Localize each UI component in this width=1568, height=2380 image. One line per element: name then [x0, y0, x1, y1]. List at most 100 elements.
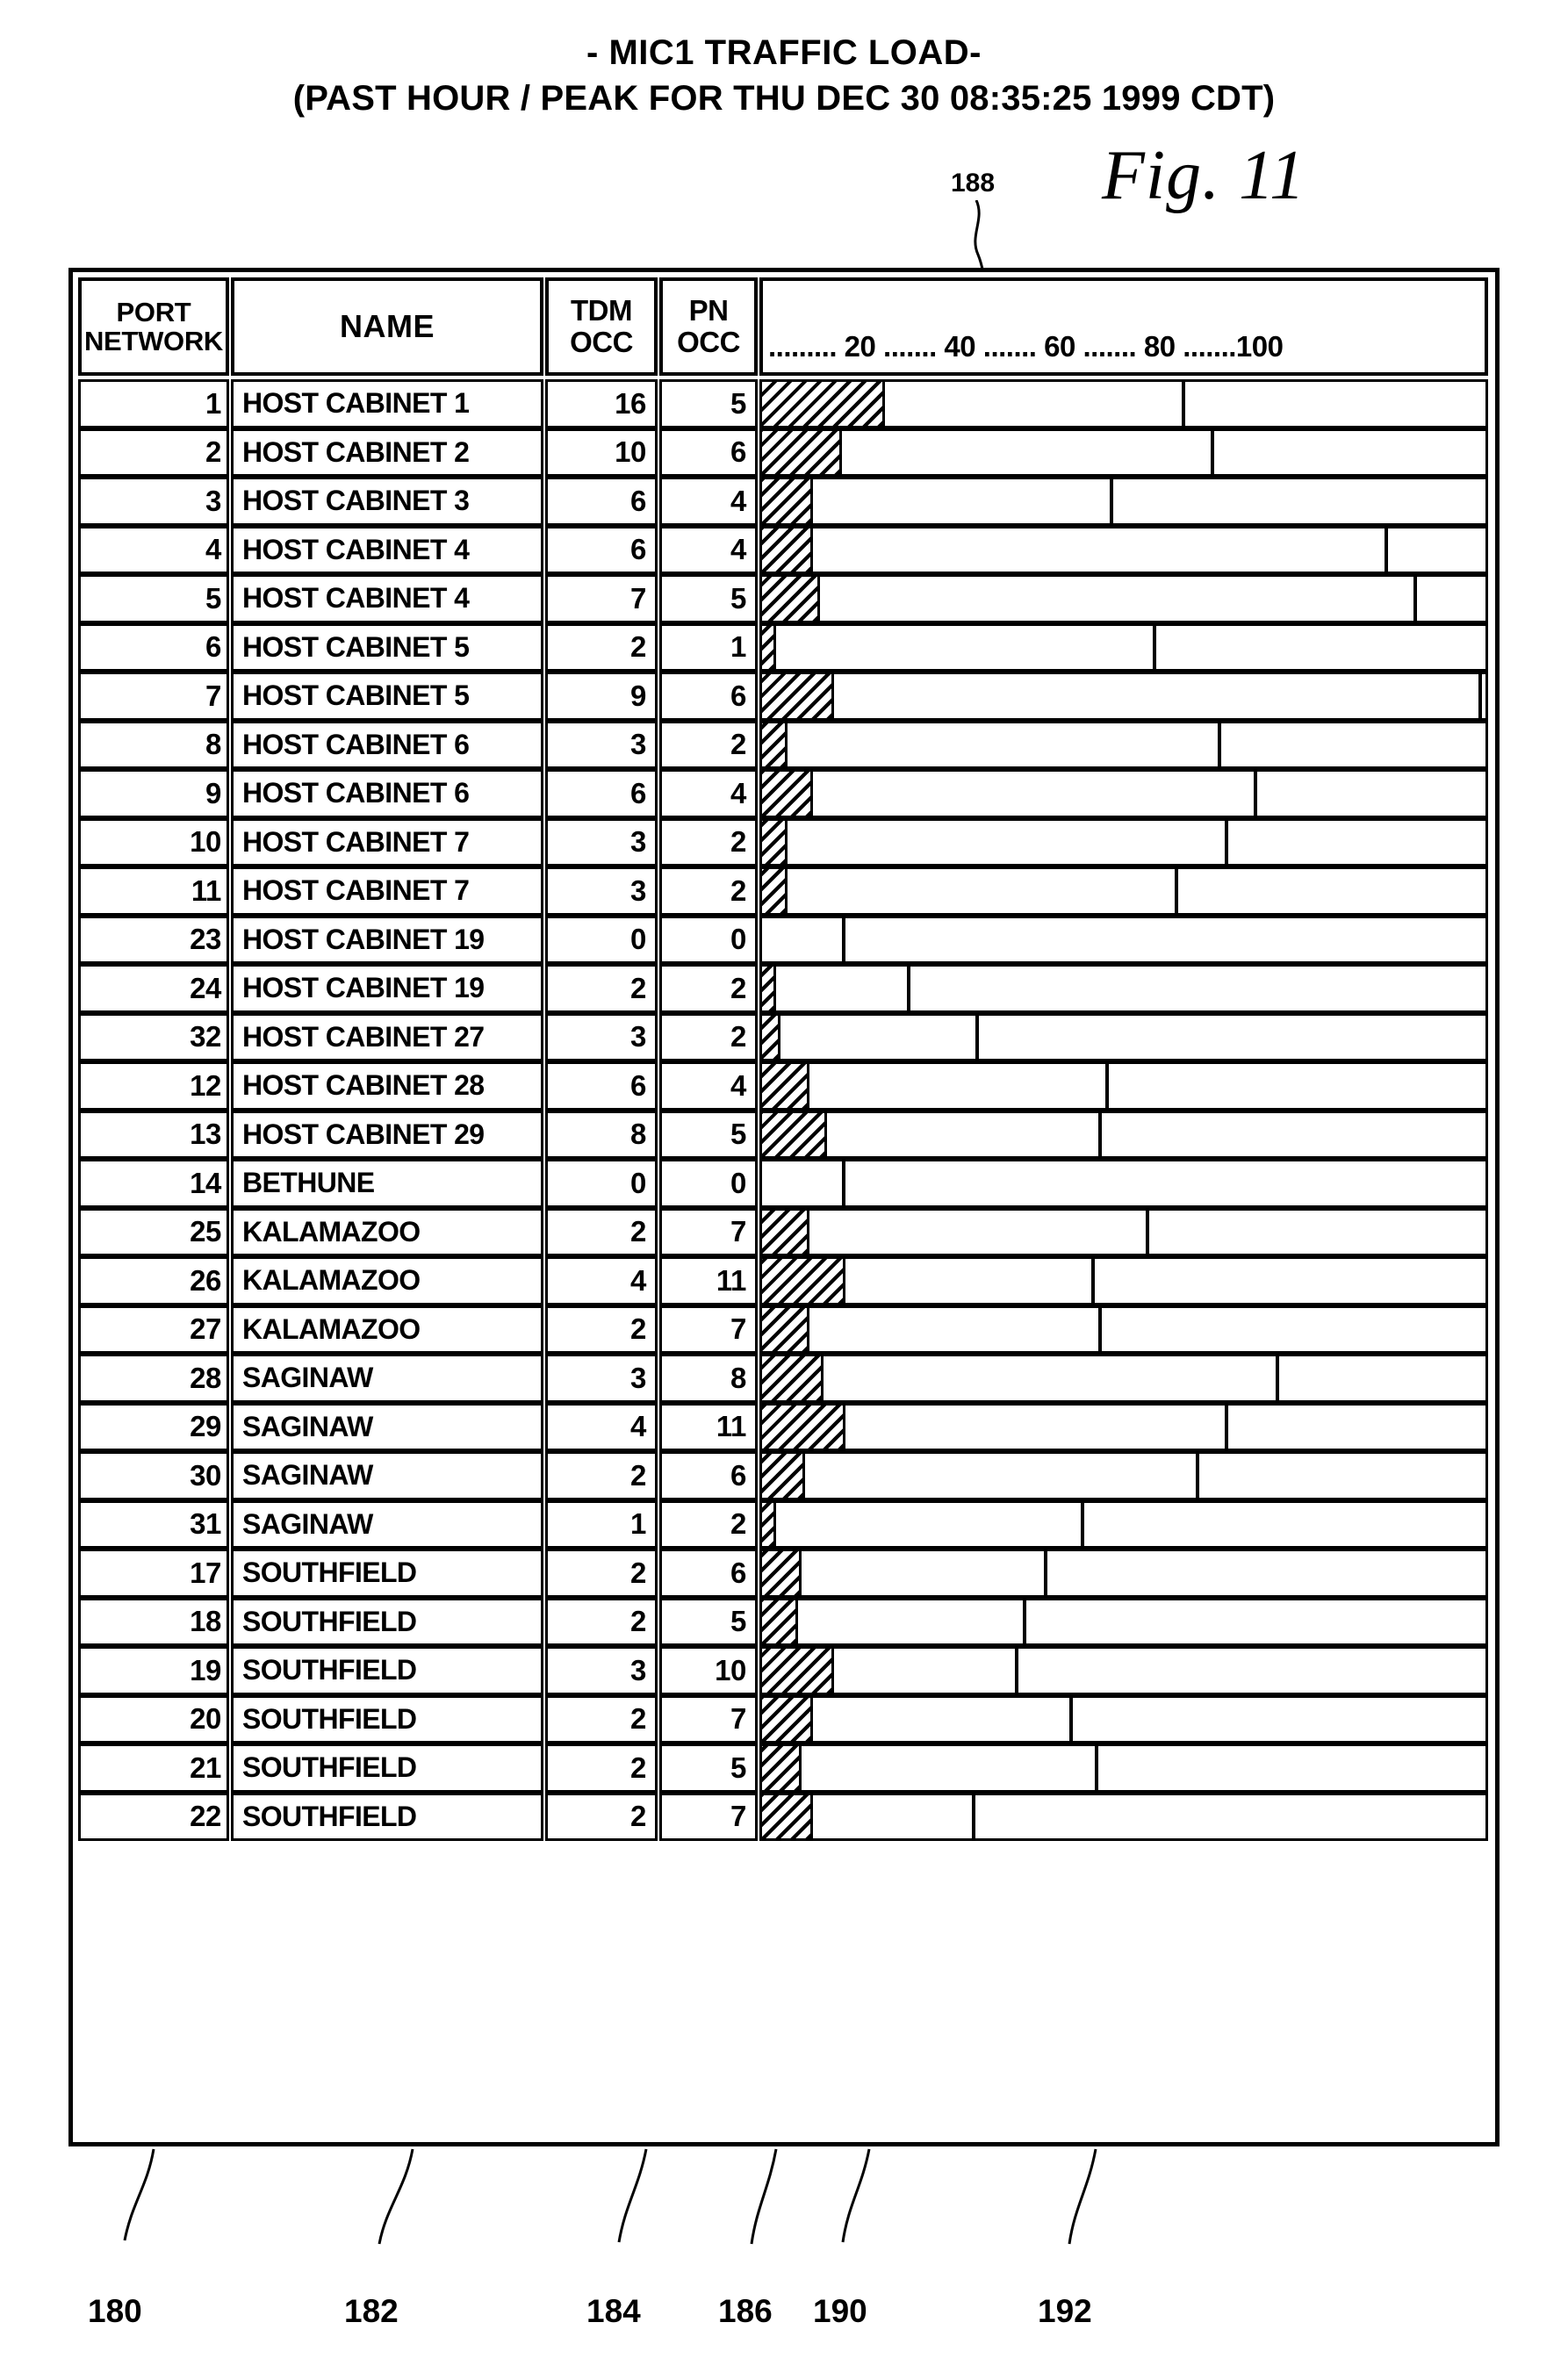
table-row[interactable]: 24 HOST CABINET 19 2 2 [78, 964, 1490, 1013]
hatched-occupancy-bar [762, 1746, 802, 1790]
table-row[interactable]: 8 HOST CABINET 6 3 2 [78, 720, 1490, 769]
cell-name-text: BETHUNE [242, 1167, 375, 1199]
cell-tdm-occ: 2 [545, 1549, 658, 1598]
table-row[interactable]: 20 SOUTHFIELD 2 7 [78, 1694, 1490, 1744]
peak-marker-line [975, 1015, 980, 1059]
cell-tdm-occ-text: 16 [615, 386, 646, 420]
cell-port-network: 31 [78, 1499, 229, 1549]
cell-name: SAGINAW [231, 1499, 543, 1549]
cell-pn-occ: 7 [659, 1792, 758, 1841]
cell-name: HOST CABINET 4 [231, 525, 543, 574]
table-row[interactable]: 25 KALAMAZOO 2 7 [78, 1207, 1490, 1256]
cell-port-network-text: 17 [190, 1556, 221, 1589]
peak-marker-line [1095, 1746, 1099, 1790]
table-row[interactable]: 23 HOST CABINET 19 0 0 [78, 915, 1490, 964]
hatched-occupancy-bar [762, 382, 886, 426]
cell-port-network: 27 [78, 1305, 229, 1354]
cell-port-network-text: 19 [190, 1653, 221, 1686]
table-row[interactable]: 4 HOST CABINET 4 6 4 [78, 525, 1490, 574]
cell-tdm-occ: 6 [545, 477, 658, 526]
cell-name: SAGINAW [231, 1402, 543, 1451]
cell-name-text: HOST CABINET 7 [242, 825, 470, 858]
table-row[interactable]: 6 HOST CABINET 5 2 1 [78, 622, 1490, 672]
table-row[interactable]: 7 HOST CABINET 5 9 6 [78, 672, 1490, 721]
cell-occupancy-bar [759, 1256, 1488, 1305]
peak-marker-line [1174, 869, 1178, 913]
table-header-row: PORT NETWORK NAME TDM OCC PN OCC .......… [78, 277, 1490, 376]
table-row[interactable]: 10 HOST CABINET 7 3 2 [78, 817, 1490, 866]
table-row[interactable]: 12 HOST CABINET 28 6 4 [78, 1061, 1490, 1111]
table-row[interactable]: 3 HOST CABINET 3 6 4 [78, 477, 1490, 526]
cell-port-network-text: 5 [205, 581, 221, 615]
cell-pn-occ-text: 11 [716, 1410, 746, 1443]
cell-name-text: KALAMAZOO [242, 1312, 421, 1345]
peak-marker-line [1196, 1454, 1200, 1498]
cell-occupancy-bar [759, 720, 1488, 769]
cell-port-network-text: 22 [190, 1800, 221, 1833]
table-row[interactable]: 22 SOUTHFIELD 2 7 [78, 1792, 1490, 1841]
cell-name: BETHUNE [231, 1159, 543, 1208]
table-row[interactable]: 9 HOST CABINET 6 6 4 [78, 769, 1490, 818]
table-row[interactable]: 11 HOST CABINET 7 3 2 [78, 866, 1490, 916]
cell-port-network: 6 [78, 622, 229, 672]
cell-tdm-occ: 1 [545, 1499, 658, 1549]
cell-name: SOUTHFIELD [231, 1694, 543, 1744]
cell-pn-occ: 7 [659, 1305, 758, 1354]
cell-pn-occ: 2 [659, 720, 758, 769]
header-cell-tdm-occ: TDM OCC [545, 277, 658, 376]
cell-tdm-occ-text: 2 [630, 630, 646, 664]
cell-tdm-occ: 6 [545, 769, 658, 818]
occupancy-bar-graph [762, 1064, 1485, 1108]
peak-marker-line [1254, 772, 1258, 816]
cell-occupancy-bar [759, 1402, 1488, 1451]
peak-marker-line [1022, 1600, 1026, 1643]
cell-port-network-text: 21 [190, 1751, 221, 1784]
cell-pn-occ: 4 [659, 769, 758, 818]
header-cell-port-network: PORT NETWORK [78, 277, 229, 376]
cell-tdm-occ-text: 3 [630, 1020, 646, 1053]
table-row[interactable]: 32 HOST CABINET 27 3 2 [78, 1012, 1490, 1061]
cell-pn-occ-text: 7 [730, 1312, 746, 1346]
table-row[interactable]: 2 HOST CABINET 2 10 6 [78, 428, 1490, 477]
cell-port-network-text: 8 [205, 728, 221, 761]
cell-port-network-text: 14 [190, 1166, 221, 1199]
table-row[interactable]: 28 SAGINAW 3 8 [78, 1354, 1490, 1403]
table-row[interactable]: 14 BETHUNE 0 0 [78, 1159, 1490, 1208]
table-row[interactable]: 5 HOST CABINET 4 7 5 [78, 574, 1490, 623]
cell-port-network-text: 13 [190, 1118, 221, 1151]
table-row[interactable]: 31 SAGINAW 1 2 [78, 1499, 1490, 1549]
cell-tdm-occ-text: 10 [615, 435, 646, 469]
cell-tdm-occ: 2 [545, 1744, 658, 1793]
figure-number-label: Fig. 11 [1102, 137, 1306, 214]
table-row[interactable]: 29 SAGINAW 4 11 [78, 1402, 1490, 1451]
cell-name-text: HOST CABINET 6 [242, 777, 470, 809]
hatched-occupancy-bar [762, 430, 842, 474]
cell-name: SOUTHFIELD [231, 1646, 543, 1695]
table-row[interactable]: 30 SAGINAW 2 6 [78, 1451, 1490, 1500]
table-row[interactable]: 21 SOUTHFIELD 2 5 [78, 1744, 1490, 1793]
header-pn-line1: PN [688, 294, 729, 327]
hatched-occupancy-bar [762, 772, 813, 816]
cell-occupancy-bar [759, 1012, 1488, 1061]
cell-tdm-occ-text: 4 [630, 1263, 646, 1297]
cell-port-network-text: 27 [190, 1312, 221, 1346]
table-row[interactable]: 17 SOUTHFIELD 2 6 [78, 1549, 1490, 1598]
cell-tdm-occ: 0 [545, 1159, 658, 1208]
cell-pn-occ-text: 4 [730, 484, 746, 517]
cell-port-network-text: 4 [205, 533, 221, 566]
cell-port-network-text: 18 [190, 1605, 221, 1638]
header-name-label: NAME [340, 307, 435, 344]
table-row[interactable]: 19 SOUTHFIELD 3 10 [78, 1646, 1490, 1695]
table-row[interactable]: 1 HOST CABINET 1 16 5 [78, 379, 1490, 428]
table-row[interactable]: 13 HOST CABINET 29 8 5 [78, 1110, 1490, 1159]
cell-occupancy-bar [759, 1110, 1488, 1159]
table-row[interactable]: 27 KALAMAZOO 2 7 [78, 1305, 1490, 1354]
cell-port-network: 8 [78, 720, 229, 769]
table-row[interactable]: 18 SOUTHFIELD 2 5 [78, 1597, 1490, 1646]
cell-name-text: KALAMAZOO [242, 1264, 421, 1297]
peak-marker-line [1044, 1551, 1048, 1595]
occupancy-bar-graph [762, 674, 1485, 718]
cell-pn-occ-text: 4 [730, 776, 746, 809]
table-row[interactable]: 26 KALAMAZOO 4 11 [78, 1256, 1490, 1305]
peak-marker-line [1218, 723, 1222, 766]
